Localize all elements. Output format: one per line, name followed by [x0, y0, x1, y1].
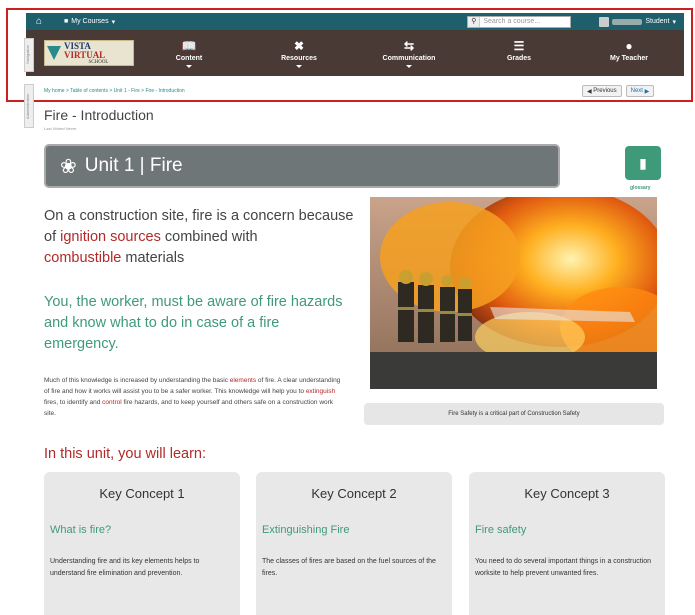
page-navigation: ◀ Previous Next ▶ [582, 85, 655, 97]
caret-down-icon: ▾ [111, 18, 116, 26]
body-text: fires, to identify and [44, 399, 103, 406]
search-input[interactable]: Search a course... [480, 18, 540, 25]
intro-text: materials [121, 250, 185, 266]
intro-text: combined with [160, 229, 258, 245]
next-button[interactable]: Next ▶ [625, 85, 655, 97]
list-icon: ☰ [513, 38, 525, 53]
nav-item-label: Grades [506, 54, 532, 62]
my-courses-menu[interactable]: ■ My Courses ▾ [64, 18, 115, 26]
key-concept-title: Key Concept 3 [524, 486, 610, 501]
course-search[interactable]: ⚲ Search a course... [467, 15, 572, 28]
nav-item-label: Content [175, 54, 203, 62]
user-role-label: Student [645, 18, 670, 25]
caret-down-icon: ▾ [672, 18, 676, 26]
logo-subtitle: SCHOOL [88, 59, 109, 65]
caret-down-icon [296, 64, 302, 68]
glossary-button[interactable]: ▮ [625, 146, 661, 180]
graduation-cap-icon: ■ [64, 18, 69, 25]
nav-item-my-teacher[interactable]: ● My Teacher [574, 39, 684, 68]
redacted-username [612, 18, 643, 25]
intro-paragraph: On a construction site, fire is a concer… [44, 206, 356, 269]
administration-side-tab[interactable]: Administration [24, 84, 34, 128]
logo-name-part2: VIRTUAL [64, 49, 106, 60]
nav-item-grades[interactable]: ☰ Grades [464, 39, 574, 68]
book-icon: 📖 [181, 38, 197, 53]
key-concept-subtitle[interactable]: Extinguishing Fire [262, 524, 349, 536]
key-concept-card-3[interactable]: Key Concept 3 Fire safety You need to do… [469, 472, 665, 615]
my-courses-label: My Courses [71, 18, 109, 25]
combustible-term[interactable]: combustible [44, 250, 121, 266]
key-concept-description: You need to do several important things … [475, 558, 652, 577]
caret-down-icon [186, 64, 192, 68]
key-concept-subtitle[interactable]: What is fire? [50, 524, 111, 536]
nav-item-communication[interactable]: ⇆ Communication [354, 39, 464, 68]
breadcrumb[interactable]: My home > Table of contents > Unit 1 - F… [44, 88, 185, 94]
book-icon: ▮ [639, 154, 647, 171]
arrow-right-icon: ▶ [642, 88, 650, 95]
last-visited-text: Last Visited Never [44, 126, 77, 131]
nav-item-label: Resources [281, 54, 317, 62]
main-nav-bar: VISTA VIRTUAL SCHOOL 📖 Content ✖ Resourc… [26, 30, 684, 76]
home-icon[interactable]: ⌂ [36, 16, 52, 27]
warning-statement: You, the worker, must be aware of fire h… [44, 294, 343, 352]
extinguish-term[interactable]: extinguish [306, 388, 335, 395]
nav-item-label: Communication [382, 54, 436, 62]
body-text: Much of this knowledge is increased by u… [44, 377, 230, 384]
control-term[interactable]: control [102, 399, 122, 406]
unit-banner: ❀ Unit 1 | Fire [44, 144, 560, 188]
nav-item-content[interactable]: 📖 Content [134, 39, 244, 68]
previous-label: Previous [593, 88, 617, 94]
elements-term[interactable]: elements [230, 377, 256, 384]
unit-banner-text: Unit 1 | Fire [84, 155, 183, 176]
ignition-sources-term[interactable]: ignition sources [60, 229, 161, 245]
firefighters-photo [370, 197, 657, 389]
arrows-exchange-icon: ⇆ [403, 38, 415, 53]
key-concept-title: Key Concept 2 [311, 486, 397, 501]
logo-mark-icon [47, 46, 61, 60]
key-concept-card-2[interactable]: Key Concept 2 Extinguishing Fire The cla… [256, 472, 452, 615]
navigation-side-tab[interactable]: Navigation [24, 38, 34, 72]
key-concept-description: The classes of fires are based on the fu… [262, 558, 436, 577]
top-bar: ⌂ ■ My Courses ▾ ⚲ Search a course... St… [26, 13, 684, 30]
avatar [599, 16, 610, 27]
nav-item-resources[interactable]: ✖ Resources [244, 39, 354, 68]
learn-heading: In this unit, you will learn: [44, 446, 206, 462]
previous-button[interactable]: ◀ Previous [582, 85, 622, 97]
school-logo[interactable]: VISTA VIRTUAL SCHOOL [44, 40, 134, 66]
page-title: Fire - Introduction [44, 107, 154, 123]
next-label: Next [630, 88, 643, 94]
tools-icon: ✖ [293, 38, 305, 53]
apple-icon: ● [625, 38, 633, 53]
search-icon[interactable]: ⚲ [468, 16, 481, 27]
key-concept-subtitle[interactable]: Fire safety [475, 524, 526, 536]
people-walking-icon: ❀ [60, 155, 77, 178]
photo-caption: Fire Safety is a critical part of Constr… [364, 403, 664, 425]
key-concept-description: Understanding fire and its key elements … [50, 558, 200, 577]
user-menu[interactable]: Student ▾ [599, 16, 676, 27]
nav-item-label: My Teacher [610, 54, 648, 62]
caret-down-icon [406, 64, 412, 68]
glossary-label[interactable]: glossary [630, 185, 651, 191]
body-paragraph: Much of this knowledge is increased by u… [44, 375, 344, 419]
key-concept-title: Key Concept 1 [99, 486, 185, 501]
firefighters-photo-illustration [370, 197, 657, 389]
key-concept-card-1[interactable]: Key Concept 1 What is fire? Understandin… [44, 472, 240, 615]
